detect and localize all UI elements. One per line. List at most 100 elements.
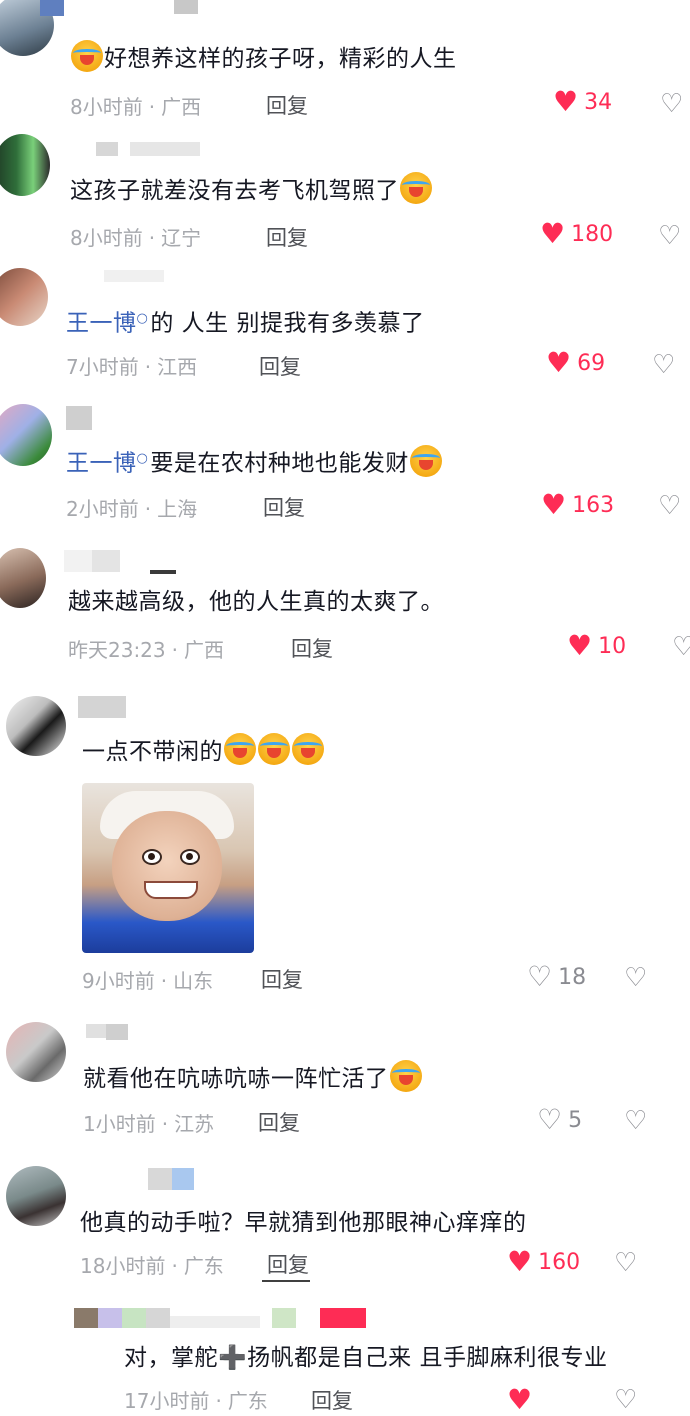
broken-heart-icon: ♡	[614, 1385, 638, 1415]
comment-meta: 1小时前 · 江苏	[83, 1112, 215, 1136]
avatar[interactable]	[0, 404, 52, 466]
username-redacted[interactable]	[78, 696, 126, 718]
like-count: 69	[577, 350, 606, 376]
broken-heart-icon: ♡	[660, 89, 684, 119]
broken-heart-icon: ♡	[614, 1248, 638, 1278]
mention-link[interactable]: 王一博	[66, 451, 137, 477]
reply-button[interactable]: 回复	[291, 633, 333, 663]
broken-heart-icon: ♡	[672, 632, 690, 662]
like-button[interactable]: ♡ 18	[527, 963, 586, 991]
avatar[interactable]	[0, 268, 48, 326]
crying-emoji-icon	[389, 1060, 422, 1092]
like-button[interactable]: ♡ 5	[537, 1106, 582, 1134]
comment-text: 好想养这样的孩子呀，精彩的人生	[70, 40, 457, 76]
comment-text: 这孩子就差没有去考飞机驾照了	[70, 172, 433, 208]
heart-filled-icon: ♥	[567, 629, 593, 662]
avatar[interactable]	[6, 1022, 66, 1082]
reply-button[interactable]: 回复	[261, 964, 303, 994]
photo-face	[112, 811, 222, 921]
comment-meta: 18小时前 · 广东	[80, 1254, 224, 1278]
photo-eye	[180, 849, 200, 865]
like-button[interactable]: ♥ 163	[541, 491, 614, 519]
comment-text: 一点不带闲的	[82, 733, 325, 769]
heart-outline-icon: ♡	[527, 960, 553, 993]
dislike-button[interactable]: ♡	[614, 1386, 637, 1414]
dislike-button[interactable]: ♡	[672, 633, 690, 661]
reply-button[interactable]: 回复	[266, 222, 308, 252]
heart-filled-icon: ♥	[540, 217, 566, 250]
comment-meta: 2小时前 · 上海	[66, 497, 198, 521]
broken-heart-icon: ♡	[624, 963, 648, 993]
like-count: 5	[568, 1107, 583, 1133]
username-redacted[interactable]	[86, 1024, 128, 1046]
like-button[interactable]: ♥ 160	[507, 1248, 580, 1276]
heart-filled-icon: ♥	[507, 1383, 533, 1416]
broken-heart-icon: ♡	[658, 221, 682, 251]
mention-link[interactable]: 王一博	[66, 311, 137, 337]
username-redacted[interactable]	[64, 550, 176, 574]
like-count: 163	[572, 492, 615, 518]
avatar[interactable]	[0, 134, 50, 196]
avatar[interactable]	[6, 696, 66, 756]
comment-text: 就看他在吭哧吭哧一阵忙活了	[83, 1060, 423, 1096]
crying-emoji-icon	[292, 733, 324, 765]
like-button[interactable]: ♥	[507, 1386, 532, 1414]
reply-button[interactable]: 回复	[266, 90, 308, 120]
comment-text: 越来越高级，他的人生真的太爽了。	[68, 589, 444, 615]
broken-heart-icon: ♡	[652, 350, 676, 380]
avatar[interactable]	[0, 548, 46, 608]
username-redacted[interactable]	[74, 1308, 366, 1330]
comment-meta: 8小时前 · 广西	[70, 95, 202, 119]
username-redacted[interactable]	[40, 0, 198, 22]
crying-emoji-icon	[71, 40, 103, 72]
heart-filled-icon: ♥	[507, 1245, 533, 1278]
comment-text: 他真的动手啦？早就猜到他那眼神心痒痒的	[80, 1210, 527, 1236]
crying-emoji-icon	[258, 733, 290, 765]
reply-button[interactable]: 回复	[267, 1249, 309, 1279]
username-redacted[interactable]	[148, 1168, 194, 1190]
like-count: 10	[598, 633, 627, 659]
reply-underline	[262, 1280, 310, 1282]
like-count: 34	[584, 89, 613, 115]
comment-text: 王一博○要是在农村种地也能发财	[66, 442, 443, 481]
like-count: 180	[571, 221, 614, 247]
dislike-button[interactable]: ♡	[660, 90, 683, 118]
comment-text: 对，掌舵➕扬帆都是自己来 且手脚麻利很专业	[124, 1345, 608, 1371]
comment-meta: 17小时前 · 广东	[124, 1389, 268, 1413]
dislike-button[interactable]: ♡	[624, 964, 647, 992]
photo-smile	[144, 881, 198, 899]
dislike-button[interactable]: ♡	[658, 222, 681, 250]
like-button[interactable]: ♥ 69	[546, 349, 605, 377]
dislike-button[interactable]: ♡	[652, 351, 675, 379]
like-button[interactable]: ♥ 180	[540, 220, 613, 248]
broken-heart-icon: ♡	[624, 1106, 648, 1136]
broken-heart-icon: ♡	[658, 491, 682, 521]
comment-meta: 9小时前 · 山东	[82, 969, 214, 993]
like-button[interactable]: ♥ 34	[553, 88, 612, 116]
username-redacted[interactable]	[66, 406, 92, 430]
like-button[interactable]: ♥ 10	[567, 632, 626, 660]
comment-meta: 8小时前 · 辽宁	[70, 226, 202, 250]
heart-filled-icon: ♥	[541, 488, 567, 521]
dislike-button[interactable]: ♡	[614, 1249, 637, 1277]
heart-filled-icon: ♥	[553, 85, 579, 118]
comment-photo[interactable]	[82, 783, 254, 953]
username-redacted[interactable]	[104, 270, 164, 292]
comment-text: 王一博○的 人生 别提我有多羡慕了	[66, 310, 425, 337]
username-redacted[interactable]	[96, 142, 200, 164]
reply-button[interactable]: 回复	[258, 1107, 300, 1137]
comment-meta: 7小时前 · 江西	[66, 355, 198, 379]
reply-button[interactable]: 回复	[311, 1385, 353, 1415]
comment-meta: 昨天23:23 · 广西	[68, 638, 224, 662]
avatar[interactable]	[6, 1166, 66, 1226]
reply-button[interactable]: 回复	[263, 492, 305, 522]
crying-emoji-icon	[400, 172, 432, 204]
photo-eye	[142, 849, 162, 865]
reply-button[interactable]: 回复	[259, 351, 301, 381]
dislike-button[interactable]: ♡	[658, 492, 681, 520]
heart-filled-icon: ♥	[546, 346, 572, 379]
search-icon: ○	[136, 451, 149, 466]
heart-outline-icon: ♡	[537, 1103, 563, 1136]
dislike-button[interactable]: ♡	[624, 1107, 647, 1135]
search-icon: ○	[136, 311, 149, 326]
